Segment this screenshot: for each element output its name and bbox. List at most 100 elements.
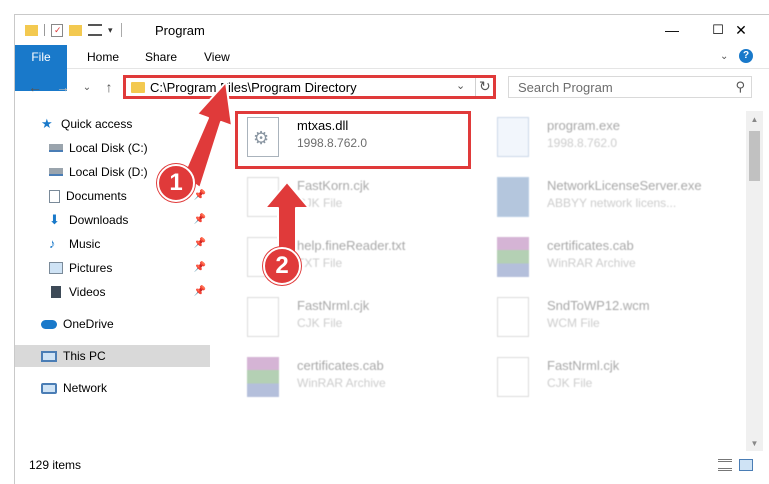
pictures-icon — [49, 262, 63, 274]
address-separator — [475, 78, 476, 96]
quick-access-toolbar: ✓ ▾ — [25, 21, 122, 39]
ribbon-tabs: File Home Share View ⌄ ? — [15, 45, 769, 91]
view-options-icon[interactable] — [88, 24, 102, 36]
details-view-icon[interactable] — [718, 459, 732, 471]
up-button[interactable]: ↑ — [99, 77, 119, 97]
file-type: CJK File — [297, 316, 343, 330]
tab-view[interactable]: View — [190, 45, 244, 69]
refresh-icon[interactable]: ↻ — [479, 78, 491, 95]
scroll-thumb[interactable] — [749, 131, 760, 181]
forward-button[interactable]: → — [53, 77, 73, 97]
cloud-icon — [41, 319, 57, 329]
file-tile-fastnrml-cjk-2[interactable]: FastNrml.cjk CJK File — [485, 355, 725, 401]
sidebar-item-quick-access[interactable]: ★ Quick access — [15, 113, 210, 135]
file-tile-networklicenseserver-exe[interactable]: NetworkLicenseServer.exe ABBYY network l… — [485, 175, 725, 221]
ribbon-expand-icon[interactable]: ⌄ — [720, 51, 728, 62]
drive-icon — [49, 144, 63, 152]
sidebar-item-label: Network — [63, 381, 108, 395]
properties-icon[interactable]: ✓ — [51, 23, 63, 37]
help-icon[interactable]: ? — [739, 49, 753, 63]
address-dropdown-icon[interactable]: ⌄ — [456, 79, 465, 92]
sidebar-item-label: OneDrive — [63, 317, 114, 331]
sidebar-item-label: Documents — [66, 189, 127, 203]
file-name: FastNrml.cjk — [547, 358, 620, 373]
file-tile-program-exe[interactable]: program.exe 1998.8.762.0 — [485, 115, 725, 161]
file-list: ⚙ mtxas.dll 1998.8.762.0 program.exe 199… — [221, 111, 747, 451]
new-folder-icon[interactable] — [69, 24, 82, 36]
sidebar-item-network[interactable]: Network — [15, 377, 210, 399]
file-version: 1998.8.762.0 — [297, 136, 368, 150]
separator-icon — [44, 24, 45, 36]
music-icon: ♪ — [49, 236, 56, 251]
search-input[interactable]: Search Program ⚲ — [508, 76, 752, 98]
window-title: Program — [155, 23, 205, 38]
file-type: WinRAR Archive — [547, 256, 636, 270]
star-icon: ★ — [41, 116, 53, 131]
file-tile-certificates-cab-2[interactable]: certificates.cab WinRAR Archive — [235, 355, 475, 401]
file-name: FastKorn.cjk — [297, 178, 370, 193]
sidebar-item-pictures[interactable]: Pictures 📌 — [15, 257, 210, 279]
close-button[interactable]: ✕ — [718, 15, 764, 45]
sidebar-item-music[interactable]: ♪ Music 📌 — [15, 233, 210, 255]
file-name: NetworkLicenseServer.exe — [547, 178, 702, 193]
file-version: 1998.8.762.0 — [547, 136, 618, 150]
file-type: WCM File — [547, 316, 600, 330]
sidebar-item-onedrive[interactable]: OneDrive — [15, 313, 210, 335]
pin-icon: 📌 — [193, 286, 206, 297]
archive-file-icon — [247, 357, 279, 397]
file-type: TXT File — [297, 256, 343, 270]
pin-icon: 📌 — [193, 166, 206, 177]
generic-file-icon — [497, 297, 529, 337]
file-type: WinRAR Archive — [297, 376, 386, 390]
file-tile-certificates-cab[interactable]: certificates.cab WinRAR Archive — [485, 235, 725, 281]
scroll-down-icon[interactable]: ▼ — [746, 435, 763, 451]
minimize-button[interactable]: — — [649, 15, 695, 45]
file-name: certificates.cab — [547, 238, 634, 253]
tab-home[interactable]: Home — [73, 45, 133, 69]
sidebar-item-label: Quick access — [61, 117, 133, 131]
file-tile-mtxas-dll[interactable]: ⚙ mtxas.dll 1998.8.762.0 — [235, 115, 475, 161]
recent-locations-button[interactable]: ⌄ — [77, 77, 97, 97]
pc-icon — [41, 350, 57, 362]
file-name: help.fineReader.txt — [297, 238, 406, 253]
status-bar: 129 items — [15, 455, 769, 479]
sidebar-item-label: Local Disk (C:) — [69, 141, 148, 155]
sidebar-item-label: This PC — [63, 349, 106, 363]
address-bar[interactable]: C:\Program Files\Program Directory ⌄ ↻ — [123, 75, 496, 99]
sidebar-item-label: Pictures — [69, 261, 113, 275]
pin-icon: 📌 — [193, 190, 206, 201]
search-icon[interactable]: ⚲ — [735, 79, 745, 95]
documents-icon — [49, 189, 60, 203]
customize-dropdown-icon[interactable]: ▾ — [108, 25, 113, 36]
file-name: SndToWP12.wcm — [547, 298, 650, 313]
file-tile-fastnrml-cjk[interactable]: FastNrml.cjk CJK File — [235, 295, 475, 341]
generic-file-icon — [247, 177, 279, 217]
pin-icon: 📌 — [193, 238, 206, 249]
exe-file-icon — [497, 177, 529, 217]
sidebar-item-local-disk-c[interactable]: Local Disk (C:) 📌 — [15, 137, 210, 159]
sidebar-item-label: Local Disk (D:) — [69, 165, 148, 179]
file-type: CJK File — [297, 196, 343, 210]
file-type: CJK File — [547, 376, 593, 390]
vertical-scrollbar[interactable]: ▲ ▼ — [746, 111, 763, 451]
explorer-window: ✓ ▾ Program — ☐ ✕ File Home Share View ⌄… — [14, 14, 769, 484]
network-icon — [41, 382, 57, 394]
back-button[interactable]: ← — [25, 77, 45, 97]
file-tile-fastkorn-cjk[interactable]: FastKorn.cjk CJK File — [235, 175, 475, 221]
navigation-pane: ★ Quick access Local Disk (C:) 📌 Local D… — [15, 111, 210, 451]
dll-file-icon: ⚙ — [247, 117, 279, 157]
folder-icon — [131, 82, 145, 93]
sidebar-item-this-pc[interactable]: This PC — [15, 345, 210, 367]
address-path[interactable]: C:\Program Files\Program Directory — [150, 80, 357, 95]
large-icons-view-icon[interactable] — [739, 459, 753, 471]
scroll-up-icon[interactable]: ▲ — [746, 111, 763, 127]
file-tile-sndtowp12-wcm[interactable]: SndToWP12.wcm WCM File — [485, 295, 725, 341]
tab-share[interactable]: Share — [131, 45, 191, 69]
drive-icon — [49, 168, 63, 176]
folder-icon[interactable] — [25, 24, 38, 36]
pin-icon: 📌 — [193, 142, 206, 153]
sidebar-item-videos[interactable]: Videos 📌 — [15, 281, 210, 303]
file-name: FastNrml.cjk — [297, 298, 370, 313]
file-name: program.exe — [547, 118, 620, 133]
sidebar-item-downloads[interactable]: ⬇ Downloads 📌 — [15, 209, 210, 231]
